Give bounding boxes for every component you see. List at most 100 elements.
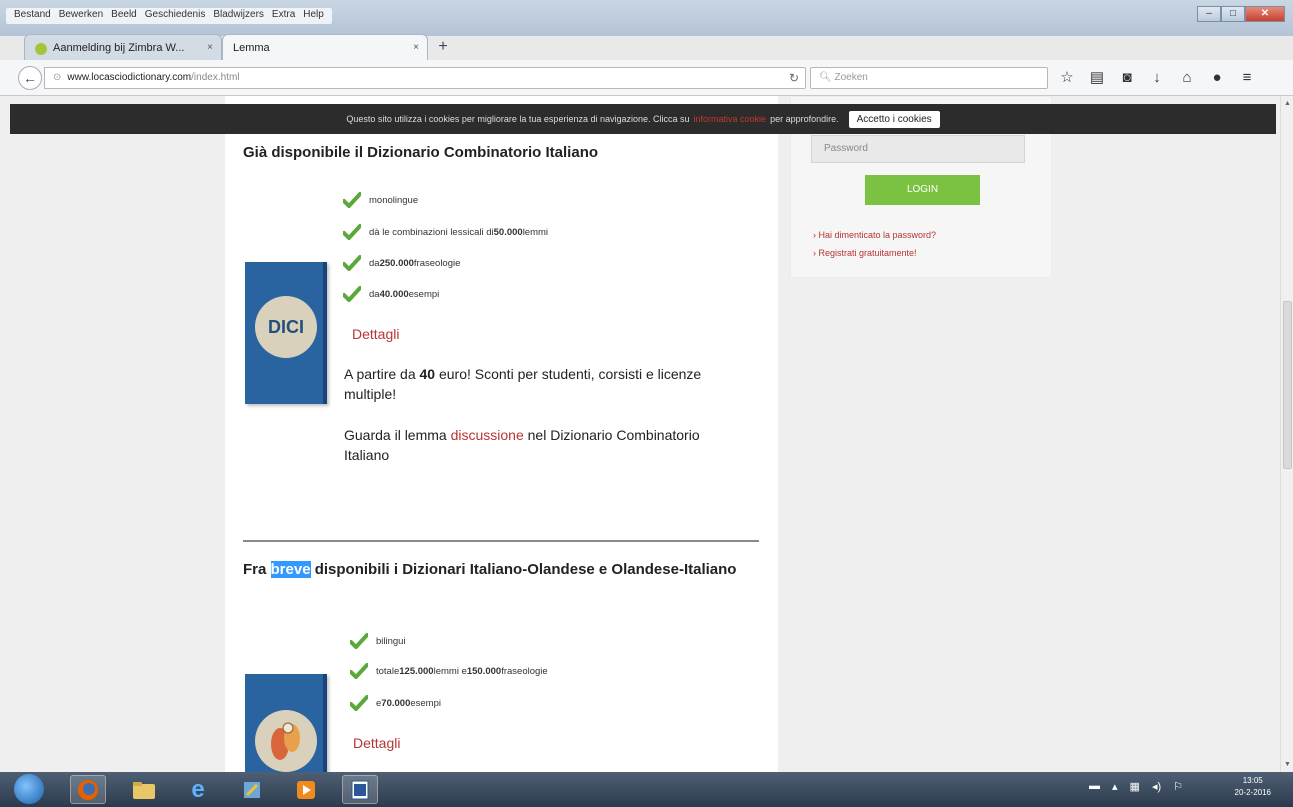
tab-close-icon[interactable]: × — [207, 42, 213, 53]
feature-text: fraseologie — [413, 257, 461, 269]
check-icon — [350, 695, 368, 711]
home-icon[interactable]: ⌂ — [1178, 68, 1196, 88]
back-arrow-icon[interactable]: ← — [18, 66, 42, 90]
section-title: Già disponibile il Dizionario Combinator… — [243, 144, 599, 161]
chat-icon[interactable]: ● — [1208, 68, 1226, 88]
details-link[interactable]: Dettagli — [353, 735, 400, 751]
pocket-icon[interactable]: ◙ — [1118, 68, 1136, 88]
new-tab-button[interactable]: + — [434, 38, 452, 56]
tray-expand-icon[interactable]: ▴ — [1112, 780, 1118, 793]
forgot-password-link[interactable]: › Hai dimenticato la password? — [813, 230, 936, 240]
page-scrollbar[interactable]: ▲ ▼ — [1280, 96, 1293, 772]
feature-text: monolingue — [369, 194, 419, 206]
url-bar[interactable]: ⊙ www.locasciodictionary.com/index.html ↻ — [44, 67, 806, 89]
scroll-up-icon[interactable]: ▲ — [1284, 100, 1291, 107]
feature-text: da — [369, 257, 380, 269]
feature-number: 150.000 — [466, 665, 502, 677]
accept-cookies-button[interactable]: Accetto i cookies — [848, 110, 940, 128]
details-link[interactable]: Dettagli — [352, 326, 399, 342]
search-input[interactable]: 🔍︎ Zoeken — [810, 67, 1048, 89]
lemma-text-pre: Guarda il lemma — [344, 427, 451, 443]
feature-text: da — [369, 288, 380, 300]
window-controls: – □ ✕ — [1197, 6, 1285, 22]
close-window-icon[interactable]: ✕ — [1245, 6, 1285, 22]
clock-date: 20-2-2016 — [1234, 788, 1271, 797]
menu-bladwijzers[interactable]: Bladwijzers — [209, 8, 268, 24]
register-link[interactable]: › Registrati gratuitamente! — [813, 248, 917, 258]
menu-bewerken[interactable]: Bewerken — [55, 8, 107, 24]
book-disc-illustration — [255, 710, 317, 772]
reading-list-icon[interactable]: ▤ — [1088, 68, 1106, 88]
keyboard-icon[interactable]: ▬ — [1089, 780, 1100, 793]
paint-taskbar-icon[interactable] — [234, 775, 270, 804]
volume-icon[interactable]: ◂) — [1152, 780, 1161, 793]
lemma-text: Guarda il lemma discussione nel Dizionar… — [344, 425, 724, 465]
internet-explorer-taskbar-icon[interactable]: e — [180, 775, 216, 804]
login-button[interactable]: LOGIN — [865, 175, 980, 205]
search-placeholder: Zoeken — [834, 72, 868, 83]
menu-help[interactable]: Help — [299, 8, 328, 24]
check-icon — [343, 255, 361, 271]
tab-label: Lemma — [233, 42, 270, 54]
section-title: Fra breve disponibili i Dizionari Italia… — [243, 560, 743, 580]
hamburger-menu-icon[interactable]: ≡ — [1238, 68, 1256, 88]
password-field[interactable]: Password — [811, 135, 1025, 163]
minimize-icon[interactable]: – — [1197, 6, 1221, 22]
feature-text: esempi — [410, 697, 441, 709]
dici-book-image: DICI — [245, 262, 327, 404]
bookmark-star-icon[interactable]: ☆ — [1058, 68, 1076, 88]
tab-zimbra[interactable]: Aanmelding bij Zimbra W... × — [24, 34, 222, 60]
section-divider — [243, 540, 759, 542]
navigation-bar: ← ⊙ www.locasciodictionary.com/index.html… — [0, 60, 1293, 96]
check-icon — [343, 224, 361, 240]
figure-illustration-icon — [271, 722, 300, 760]
book-disc: DICI — [255, 296, 317, 358]
highlighted-word: breve — [270, 561, 311, 578]
price-text: A partire da 40 euro! Sconti per student… — [344, 364, 744, 404]
scrollbar-thumb[interactable] — [1283, 301, 1292, 469]
cookie-text: Questo sito utilizza i cookies per migli… — [346, 114, 690, 124]
feature-number: 125.000 — [399, 665, 434, 677]
site-info-icon[interactable]: ⊙ — [53, 72, 61, 83]
maximize-icon[interactable]: □ — [1221, 6, 1245, 22]
media-player-taskbar-icon[interactable] — [288, 775, 324, 804]
network-icon[interactable]: ▦ — [1130, 780, 1140, 793]
tab-lemma[interactable]: Lemma × — [222, 34, 428, 60]
clock-time: 13:05 — [1242, 776, 1263, 785]
menu-beeld[interactable]: Beeld — [107, 8, 141, 24]
feature-text: bilingui — [376, 635, 406, 647]
feature-text: totale — [376, 665, 400, 677]
feature-number: 250.000 — [379, 257, 414, 269]
menu-geschiedenis[interactable]: Geschiedenis — [141, 8, 210, 24]
tab-close-icon[interactable]: × — [413, 42, 419, 53]
search-icon: 🔍︎ — [819, 72, 835, 83]
action-center-icon[interactable]: ⚐ — [1173, 780, 1183, 793]
page-viewport: Password LOGIN › Hai dimenticato la pass… — [0, 96, 1280, 772]
dutch-italian-book-image — [245, 674, 327, 772]
menu-extra[interactable]: Extra — [268, 8, 299, 24]
taskbar-clock[interactable]: 13:05 20-2-2016 — [1235, 775, 1271, 799]
menu-bestand[interactable]: Bestand — [10, 8, 55, 24]
title-post: disponibili i Dizionari Italiano-Olandes… — [310, 561, 737, 578]
start-button-icon[interactable] — [14, 774, 44, 804]
firefox-taskbar-icon[interactable] — [70, 775, 106, 804]
feature-text: fraseologie — [501, 665, 548, 677]
lemma-link[interactable]: discussione — [451, 427, 524, 443]
word-taskbar-icon[interactable] — [342, 775, 378, 804]
tab-label: Aanmelding bij Zimbra W... — [53, 42, 185, 54]
check-icon — [343, 286, 361, 302]
feature-text: esempi — [408, 288, 440, 300]
download-arrow-icon[interactable]: ↓ — [1148, 68, 1166, 88]
file-explorer-taskbar-icon[interactable] — [126, 775, 162, 804]
feature-item: da 250.000 fraseologie — [343, 255, 460, 271]
feature-item: dà le combinazioni lessicali di 50.000 l… — [343, 224, 548, 240]
scroll-down-icon[interactable]: ▼ — [1284, 761, 1291, 768]
menu-bar: Bestand Bewerken Beeld Geschiedenis Blad… — [6, 8, 332, 24]
book-label: DICI — [268, 316, 304, 337]
url-path: /index.html — [191, 72, 240, 83]
cookie-info-link[interactable]: informativa cookie — [694, 114, 767, 124]
feature-text: lemmi e — [433, 665, 467, 677]
reload-icon[interactable]: ↻ — [789, 68, 799, 88]
feature-item: e 70.000 esempi — [350, 695, 441, 711]
zimbra-favicon-icon — [35, 43, 47, 55]
